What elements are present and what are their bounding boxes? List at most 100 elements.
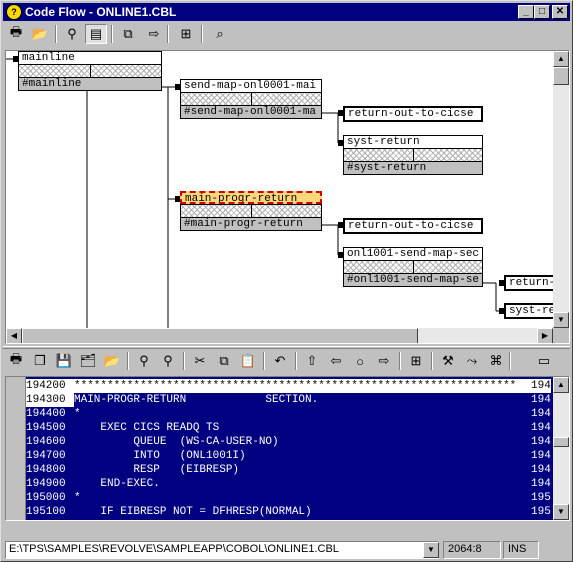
copy-icon[interactable]: ⧉	[213, 351, 235, 371]
save-all-icon[interactable]: 🗂	[77, 351, 99, 371]
flow-node-onl1001-send-map[interactable]: onl1001-send-map-sec #onl1001-send-map-s…	[343, 247, 483, 287]
sequence-number: 194	[531, 394, 551, 406]
print-icon[interactable]: 🖶	[5, 351, 27, 371]
node-name: return-out-to-cicse	[343, 218, 483, 234]
flow-node-syst-return[interactable]: syst-return #syst-return	[343, 135, 483, 175]
code-line[interactable]: 194500 EXEC CICS READQ TS 194	[26, 421, 551, 435]
code-line[interactable]: 194700 INTO (ONL1001I) 194	[26, 449, 551, 463]
node-metrics	[18, 64, 162, 78]
sequence-number: 194	[531, 408, 551, 420]
line-number: 194900	[26, 478, 66, 490]
scroll-down-icon[interactable]: ▼	[553, 312, 569, 328]
line-number: 194400	[26, 408, 66, 420]
node-name: onl1001-send-map-sec	[343, 247, 483, 260]
node-metrics	[180, 204, 322, 218]
properties-icon[interactable]: ⊞	[405, 351, 427, 371]
code-line[interactable]: 194400 * 194	[26, 407, 551, 421]
close-button[interactable]: ✕	[552, 5, 568, 19]
flow-horizontal-scrollbar[interactable]: ◀ ▶	[6, 328, 553, 343]
copy-pages-icon[interactable]: ❐	[29, 351, 51, 371]
flow-node-mainline[interactable]: mainline #mainline	[18, 51, 162, 91]
sequence-number: 194	[531, 478, 551, 490]
chevron-down-icon[interactable]: ▼	[423, 542, 439, 558]
paste-icon[interactable]: 📋	[237, 351, 259, 371]
scroll-thumb[interactable]	[553, 67, 569, 85]
tool-icon[interactable]: ⚒	[437, 351, 459, 371]
find-icon[interactable]: ⚲	[61, 24, 83, 44]
network-icon[interactable]: ⌘	[485, 351, 507, 371]
scroll-thumb[interactable]	[553, 437, 569, 447]
find-icon[interactable]: ⚲	[133, 351, 155, 371]
line-number: 194600	[26, 436, 66, 448]
line-text: INTO (ONL1001I)	[74, 450, 246, 462]
code-line[interactable]: 195100 IF EIBRESP NOT = DFHRESP(NORMAL) 1…	[26, 505, 551, 519]
node-name: mainline	[18, 51, 162, 64]
view-icon[interactable]: ▤	[85, 24, 107, 44]
toolbar-separator	[201, 25, 203, 43]
code-line[interactable]: 194800 RESP (EIBRESP) 194	[26, 463, 551, 477]
code-line[interactable]: 194200 **********************************…	[26, 379, 551, 393]
save-icon[interactable]: 💾	[53, 351, 75, 371]
editor-gutter	[6, 377, 26, 520]
print-icon[interactable]: 🖶	[5, 24, 27, 44]
toolbar-separator	[263, 352, 265, 370]
scroll-up-icon[interactable]: ▲	[553, 51, 569, 67]
flow-canvas: mainline #mainline send-map-onl0001-mai …	[6, 51, 553, 328]
sequence-number: 194	[531, 380, 551, 392]
undo-icon[interactable]: ↶	[269, 351, 291, 371]
sequence-number: 194	[531, 464, 551, 476]
flow-icon[interactable]: ⤳	[461, 351, 483, 371]
file-path-field[interactable]: E:\TPS\SAMPLES\REVOLVE\SAMPLEAPP\COBOL\O…	[5, 541, 439, 559]
minimize-button[interactable]: _	[518, 5, 534, 19]
up-icon[interactable]: ⇧	[301, 351, 323, 371]
flow-node-return-out-to-cicse[interactable]: return-out-to-cicse	[343, 106, 483, 122]
node-metrics	[343, 148, 483, 162]
scroll-down-icon[interactable]: ▼	[553, 504, 569, 520]
flow-node-main-progr-return[interactable]: main-progr-return #main-progr-return	[180, 191, 322, 231]
title-bar: ? Code Flow - ONLINE1.CBL _ □ ✕	[3, 3, 570, 21]
properties-icon[interactable]: ⊞	[175, 24, 197, 44]
flow-node-send-map-onl0001[interactable]: send-map-onl0001-mai #send-map-onl0001-m…	[180, 79, 322, 119]
open-icon[interactable]: 📂	[29, 24, 51, 44]
code-line[interactable]: 195000 * 195	[26, 491, 551, 505]
window-title: Code Flow - ONLINE1.CBL	[25, 5, 177, 19]
toolbar-separator	[431, 352, 433, 370]
scroll-up-icon[interactable]: ▲	[553, 377, 569, 393]
code-line[interactable]: 194300 MAIN-PROGR-RETURN SECTION. 194	[26, 393, 551, 407]
open-folder-icon[interactable]: 📂	[101, 351, 123, 371]
scroll-thumb[interactable]	[22, 328, 418, 343]
line-number: 194300	[26, 393, 74, 407]
code-vertical-scrollbar[interactable]: ▲ ▼	[553, 377, 569, 520]
copy-icon[interactable]: ⧉	[117, 24, 139, 44]
line-text: QUEUE (WS-CA-USER-NO)	[74, 436, 279, 448]
window-icon[interactable]: ▭	[533, 351, 555, 371]
cursor-position: 2064:8	[443, 541, 501, 559]
next-icon[interactable]: ⇨	[373, 351, 395, 371]
flow-vertical-scrollbar[interactable]: ▲ ▼	[553, 51, 569, 328]
search-icon[interactable]: ⌕	[209, 24, 231, 44]
code-line[interactable]: 194600 QUEUE (WS-CA-USER-NO) 194	[26, 435, 551, 449]
flow-node-return-partial[interactable]: return-	[504, 275, 553, 291]
flow-node-return-out-to-cicse-2[interactable]: return-out-to-cicse	[343, 218, 483, 234]
sequence-number: 194	[531, 436, 551, 448]
find-next-icon[interactable]: ⚲	[157, 351, 179, 371]
line-text: *	[74, 492, 81, 504]
toolbar-separator	[295, 352, 297, 370]
scroll-left-icon[interactable]: ◀	[6, 328, 22, 343]
code-editor[interactable]: 194200 **********************************…	[5, 376, 570, 521]
node-metrics	[343, 260, 483, 274]
stop-icon[interactable]: ○	[349, 351, 371, 371]
insert-mode: INS	[503, 541, 539, 559]
node-name: send-map-onl0001-mai	[180, 79, 322, 92]
back-icon[interactable]: ⇦	[325, 351, 347, 371]
flow-node-syst-re-partial[interactable]: syst-re	[504, 303, 553, 319]
maximize-button[interactable]: □	[534, 5, 550, 19]
cut-icon[interactable]: ✂	[189, 351, 211, 371]
scroll-right-icon[interactable]: ▶	[537, 328, 553, 343]
code-line[interactable]: 194900 END-EXEC. 194	[26, 477, 551, 491]
node-name: main-progr-return	[180, 191, 322, 204]
forward-icon[interactable]: ⇨	[143, 24, 165, 44]
node-label: #syst-return	[343, 162, 483, 175]
sequence-number: 195	[531, 506, 551, 518]
line-text: END-EXEC.	[74, 478, 160, 490]
